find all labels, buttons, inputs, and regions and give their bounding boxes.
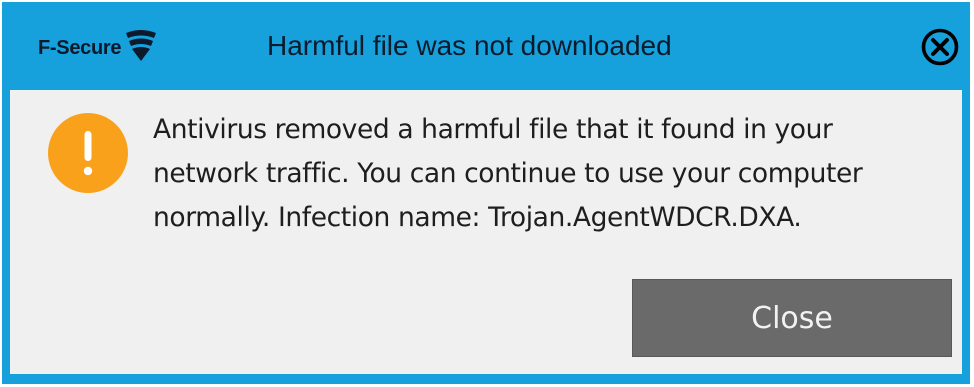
f-secure-shield-icon xyxy=(126,30,157,61)
window-title: Harmful file was not downloaded xyxy=(267,30,672,61)
logo-text: F-Secure xyxy=(38,37,122,59)
close-button[interactable]: Close xyxy=(632,279,952,357)
title-bar: F-Secure Harmful file was not downloaded xyxy=(2,2,970,90)
message-panel: Antivirus removed a harmful file that it… xyxy=(10,90,962,374)
notification-window: F-Secure Harmful file was not downloaded… xyxy=(2,2,970,384)
close-circle-icon[interactable] xyxy=(920,27,960,67)
message-text: Antivirus removed a harmful file that it… xyxy=(153,114,863,233)
f-secure-logo: F-Secure xyxy=(38,28,159,68)
warning-exclamation-icon xyxy=(48,113,128,193)
